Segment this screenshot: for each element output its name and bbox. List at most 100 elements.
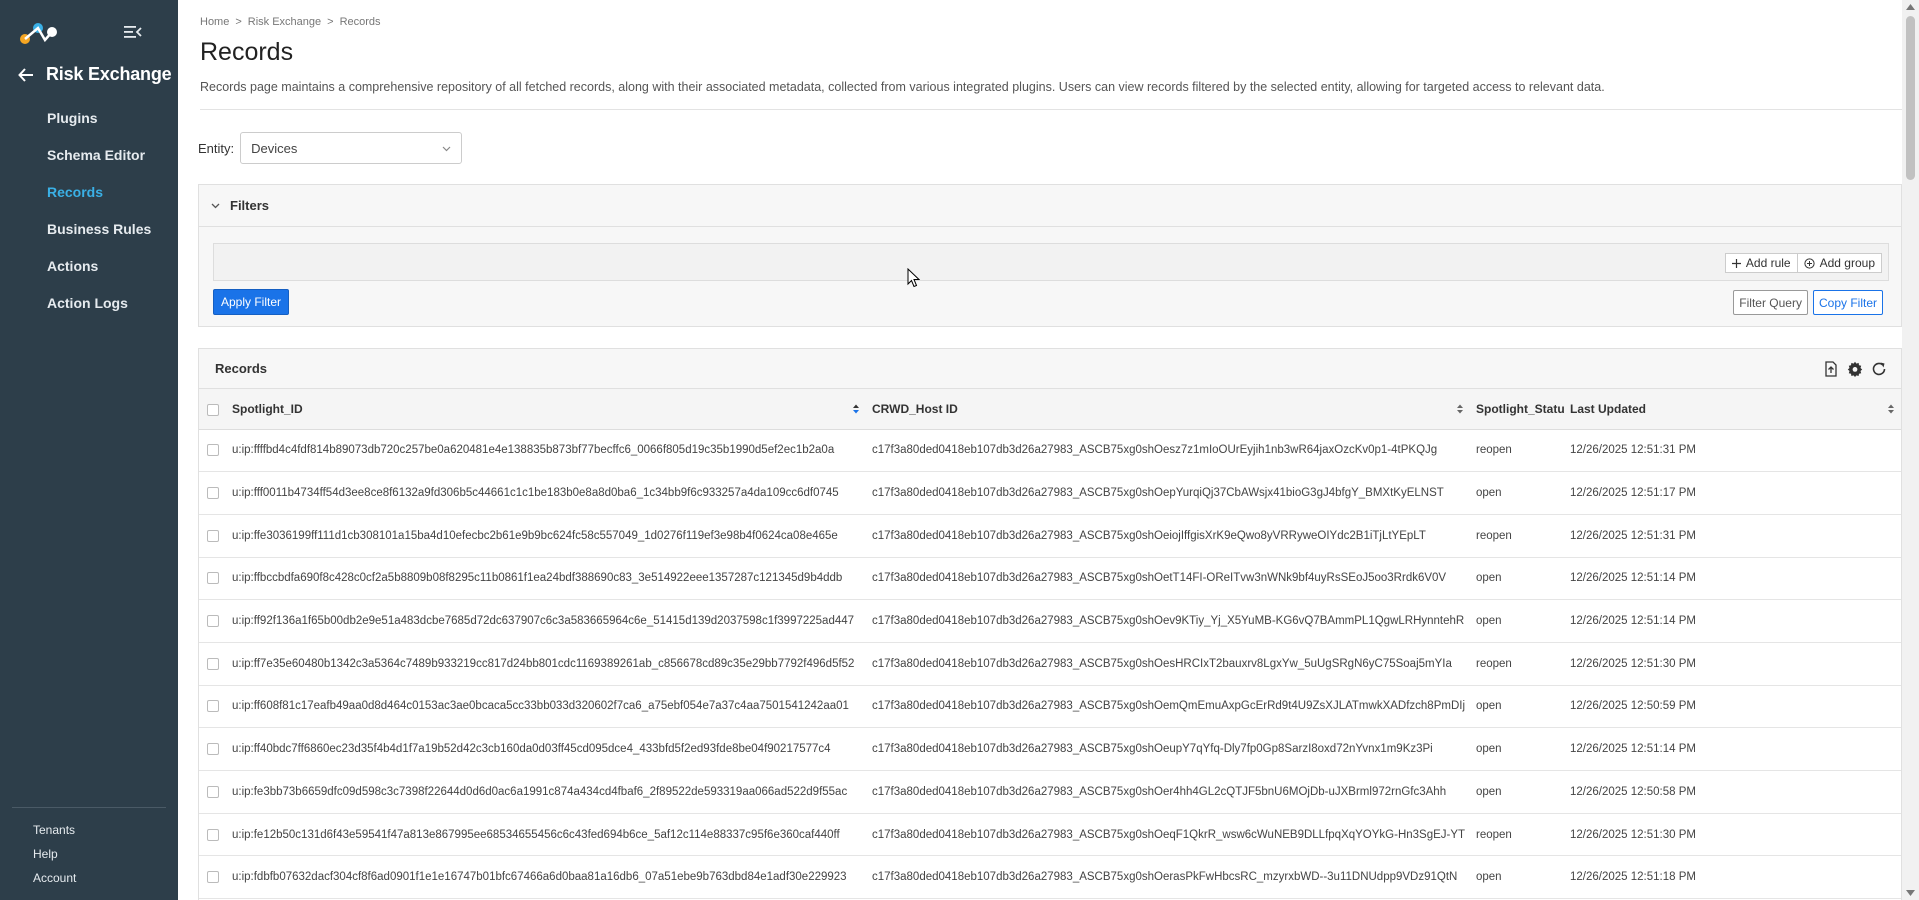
breadcrumb-risk-exchange[interactable]: Risk Exchange — [248, 16, 321, 28]
row-checkbox[interactable] — [207, 785, 219, 798]
cell-crwd-host-id: c17f3a80ded0418eb107db3d26a27983_ASCB75x… — [866, 557, 1470, 601]
records-toolbar — [1823, 360, 1887, 377]
add-group-button[interactable]: Add group — [1797, 253, 1882, 273]
row-select-cell — [199, 685, 226, 729]
cell-last-updated: 12/26/2025 12:51:31 PM — [1564, 514, 1901, 558]
cell-last-updated: 12/26/2025 12:51:30 PM — [1564, 642, 1901, 686]
sidebar-item-schema-editor[interactable]: Schema Editor — [47, 145, 151, 182]
table-row[interactable]: u:ip:fe3bb73b6659dfc09d598c3c7398f22644d… — [199, 770, 1901, 814]
filters-title: Filters — [230, 198, 270, 213]
scrollbar-thumb[interactable] — [1906, 16, 1915, 180]
logo-icon[interactable] — [18, 20, 60, 46]
cell-crwd-host-id: c17f3a80ded0418eb107db3d26a27983_ASCB75x… — [866, 813, 1470, 857]
query-builder[interactable]: Add rule Add group — [213, 243, 1889, 281]
apply-filter-button[interactable]: Apply Filter — [213, 289, 290, 315]
row-select-cell — [199, 514, 226, 558]
cell-spotlight-id: u:ip:ff608f81c17eafb49aa0d8d464c0153ac3a… — [226, 685, 866, 729]
table-row[interactable]: u:ip:ffffbd4c4fdf814b89073db720c257be0a6… — [199, 429, 1901, 473]
row-select-cell — [199, 770, 226, 814]
breadcrumb-separator: > — [235, 16, 242, 28]
filters-toggle[interactable]: Filters — [199, 185, 1901, 227]
sidebar-item-business-rules[interactable]: Business Rules — [47, 219, 151, 256]
cell-crwd-host-id: c17f3a80ded0418eb107db3d26a27983_ASCB75x… — [866, 770, 1470, 814]
breadcrumb-separator: > — [327, 16, 334, 28]
sidebar-item-plugins[interactable]: Plugins — [47, 108, 151, 145]
table-header-row: Spotlight_ID CRWD_Host ID Spotlight_Stat… — [199, 389, 1901, 430]
filters-panel: Filters Add rule Add group Apply Filter … — [198, 184, 1902, 327]
sidebar-item-account[interactable]: Account — [12, 868, 166, 892]
entity-label: Entity: — [198, 140, 235, 156]
table-row[interactable]: u:ip:ff40bdc7ff6860ec23d35f4b4d1f7a19b52… — [199, 727, 1901, 771]
table-row[interactable]: u:ip:fdbfb07632dacf304cf8f6ad0901f1e1e16… — [199, 855, 1901, 900]
row-checkbox[interactable] — [207, 871, 219, 884]
row-select-cell — [199, 557, 226, 601]
select-all-checkbox[interactable] — [207, 403, 219, 416]
add-rule-button[interactable]: Add rule — [1724, 253, 1798, 273]
menu-collapse-icon[interactable] — [124, 24, 142, 40]
sidebar-item-records[interactable]: Records — [47, 182, 151, 219]
page-scrollbar[interactable] — [1902, 0, 1919, 900]
row-select-cell — [199, 813, 226, 857]
table-row[interactable]: u:ip:ff608f81c17eafb49aa0d8d464c0153ac3a… — [199, 685, 1901, 729]
sidebar-item-actions[interactable]: Actions — [47, 256, 151, 293]
row-checkbox[interactable] — [207, 743, 219, 756]
cell-crwd-host-id: c17f3a80ded0418eb107db3d26a27983_ASCB75x… — [866, 429, 1470, 473]
row-checkbox[interactable] — [207, 487, 219, 500]
cell-spotlight-id: u:ip:fe12b50c131d6f43e59541f47a813e86799… — [226, 813, 866, 857]
scroll-down-icon[interactable] — [1906, 890, 1915, 896]
gear-icon[interactable] — [1847, 361, 1863, 377]
records-panel: Records Spotlight_ID CRWD_Host ID Spotli… — [198, 348, 1902, 900]
records-header: Records — [199, 349, 1901, 389]
column-spotlight-status[interactable]: Spotlight_Status — [1470, 389, 1571, 430]
scroll-up-icon[interactable] — [1906, 4, 1915, 10]
cell-spotlight-id: u:ip:fe3bb73b6659dfc09d598c3c7398f22644d… — [226, 770, 866, 814]
cell-last-updated: 12/26/2025 12:51:14 PM — [1564, 599, 1901, 643]
row-select-cell — [199, 429, 226, 473]
arrow-left-icon — [18, 67, 33, 82]
filter-query-button[interactable]: Filter Query — [1733, 290, 1808, 315]
cell-spotlight-status: open — [1470, 727, 1564, 771]
select-all-cell — [199, 389, 226, 430]
divider — [200, 109, 1902, 110]
cell-spotlight-id: u:ip:fff0011b4734ff54d3ee8ce8f6132a9fd30… — [226, 471, 866, 515]
table-row[interactable]: u:ip:ffe3036199ff111d1cb308101a15ba4d10e… — [199, 514, 1901, 558]
plus-icon — [1731, 258, 1741, 268]
sidebar-item-tenants[interactable]: Tenants — [12, 820, 166, 844]
row-checkbox[interactable] — [207, 657, 219, 670]
breadcrumb-home[interactable]: Home — [200, 16, 229, 28]
row-checkbox[interactable] — [207, 828, 219, 841]
plus-circle-icon — [1804, 257, 1815, 269]
sidebar-nav: Plugins Schema Editor Records Business R… — [47, 108, 151, 330]
row-checkbox[interactable] — [207, 572, 219, 585]
cell-crwd-host-id: c17f3a80ded0418eb107db3d26a27983_ASCB75x… — [866, 471, 1470, 515]
sidebar-item-action-logs[interactable]: Action Logs — [47, 293, 151, 330]
sort-icon — [853, 404, 859, 414]
table-row[interactable]: u:ip:ffbccbdfa690f8c428c0cf2a5b8809b08f8… — [199, 557, 1901, 601]
row-select-cell — [199, 599, 226, 643]
records-title: Records — [215, 361, 268, 376]
column-last-updated[interactable]: Last Updated — [1564, 389, 1901, 430]
copy-filter-button[interactable]: Copy Filter — [1812, 290, 1883, 315]
export-file-icon[interactable] — [1823, 360, 1839, 377]
table-row[interactable]: u:ip:fff0011b4734ff54d3ee8ce8f6132a9fd30… — [199, 471, 1901, 515]
column-spotlight-id[interactable]: Spotlight_ID — [226, 389, 866, 430]
back-to-risk-exchange[interactable]: Risk Exchange — [18, 64, 172, 85]
cell-last-updated: 12/26/2025 12:51:18 PM — [1564, 855, 1901, 900]
entity-select[interactable]: Devices — [240, 132, 463, 164]
table-row[interactable]: u:ip:ff7e35e60480b1342c3a5364c7489b93321… — [199, 642, 1901, 686]
refresh-icon[interactable] — [1871, 361, 1887, 377]
table-row[interactable]: u:ip:fe12b50c131d6f43e59541f47a813e86799… — [199, 813, 1901, 857]
table-row[interactable]: u:ip:ff92f136a1f65b00db2e9e51a483dcbe768… — [199, 599, 1901, 643]
row-checkbox[interactable] — [207, 529, 219, 542]
cell-spotlight-status: reopen — [1470, 429, 1564, 473]
cell-crwd-host-id: c17f3a80ded0418eb107db3d26a27983_ASCB75x… — [866, 642, 1470, 686]
row-checkbox[interactable] — [207, 700, 219, 713]
cell-spotlight-status: open — [1470, 599, 1564, 643]
column-crwd-host-id[interactable]: CRWD_Host ID — [866, 389, 1470, 430]
cell-crwd-host-id: c17f3a80ded0418eb107db3d26a27983_ASCB75x… — [866, 727, 1470, 771]
breadcrumb-records: Records — [339, 16, 381, 28]
row-checkbox[interactable] — [207, 615, 219, 628]
row-checkbox[interactable] — [207, 444, 219, 457]
sidebar-item-help[interactable]: Help — [12, 844, 166, 868]
add-group-label: Add group — [1819, 256, 1875, 270]
